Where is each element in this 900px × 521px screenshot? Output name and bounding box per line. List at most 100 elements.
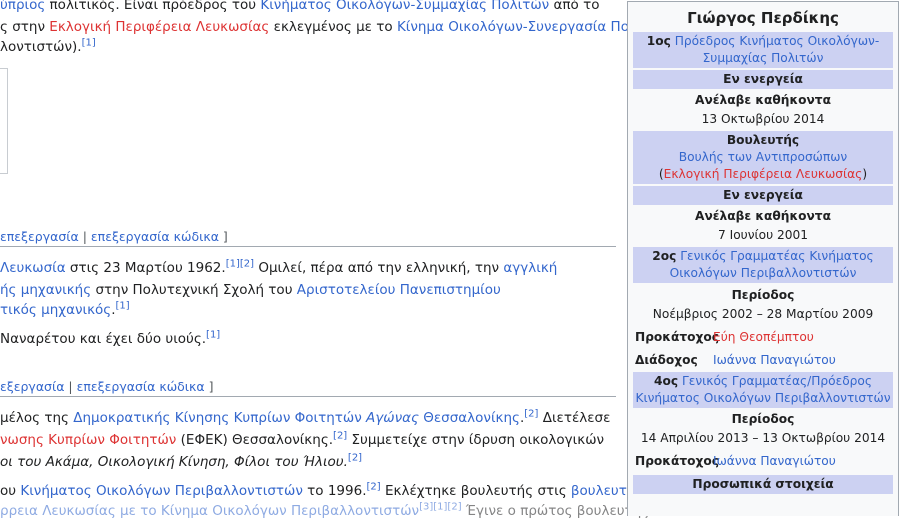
office-link[interactable]: Γενικός Γραμματέας Κινήματος Οικολόγων Π…: [670, 249, 874, 280]
article-line: μέλος της Δημοκρατικής Κίνησης Κυπρίων Φ…: [0, 408, 610, 428]
successor-link[interactable]: Ιωάννα Παναγιώτου: [713, 352, 836, 369]
predecessor-link[interactable]: Εύη Θεοπέμπτου: [713, 329, 814, 346]
personal-header: Προσωπικά στοιχεία: [633, 475, 893, 494]
office-header: 2ος Γενικός Γραμματέας Κινήματος Οικολόγ…: [633, 247, 893, 283]
text: Διετέλεσε: [538, 410, 611, 426]
section-edit-links: επεξεργασία | επεξεργασία κώδικα ]: [0, 227, 228, 247]
text: Εκλέχτηκε βουλευτής στις: [380, 483, 571, 499]
text: ς στην: [0, 19, 50, 35]
office-header: Βουλευτής Βουλής των Αντιπροσώπων (Εκλογ…: [633, 131, 893, 184]
status-label: Εν ενεργεία: [633, 70, 893, 89]
ref-link[interactable]: [3][1][2]: [419, 502, 462, 513]
text: εκλεγμένος με το: [269, 19, 397, 35]
section-edit-links: εξεργασία | επεξεργασία κώδικα ]: [0, 377, 214, 397]
field-label: Περίοδος: [731, 412, 795, 426]
link-dkkf[interactable]: Δημοκρατικής Κίνησης Κυπρίων Φοιτητών: [73, 410, 362, 426]
row-label: Προκάτοχος: [635, 454, 719, 468]
edit-link[interactable]: εξεργασία: [0, 379, 64, 394]
article-line: νωσης Κυπρίων Φοιτητών (ΕΦΕΚ) Θεσσαλονίκ…: [0, 430, 604, 450]
status-label: Εν ενεργεία: [633, 186, 893, 205]
link-efek[interactable]: νωσης Κυπρίων Φοιτητών: [0, 432, 176, 448]
parliament-link[interactable]: Βουλής των Αντιπροσώπων: [679, 150, 847, 164]
link-engineering[interactable]: ής μηχανικής: [0, 282, 91, 298]
text: στις 23 Μαρτίου 1962.: [65, 260, 226, 276]
office-title: Βουλευτής: [726, 133, 800, 147]
link-thessaloniki[interactable]: Θεσσαλονίκης: [419, 410, 520, 426]
article-line: ύπριος πολιτικός. Είναι πρόεδρος του Κιν…: [0, 0, 599, 15]
text: (ΕΦΕΚ) Θεσσαλονίκης.: [176, 432, 334, 448]
text: Έγινε ο πρώτος βουλευτής: [461, 503, 650, 519]
text: από το: [549, 0, 600, 13]
article-line: ρρεια Λευκωσίας με το Κίνημα Οικολόγων Π…: [0, 501, 649, 521]
link-movement[interactable]: Κινήματος Οικολόγων-Συμμαχίας Πολιτών: [260, 0, 549, 13]
edit-source-link[interactable]: επεξεργασία κώδικα: [77, 379, 205, 394]
separator: |: [64, 379, 77, 394]
ref-link[interactable]: [2]: [240, 259, 254, 270]
ref-link[interactable]: [2]: [333, 431, 347, 442]
text: πολιτικός. Είναι πρόεδρος του: [45, 0, 261, 13]
link-cutoff[interactable]: ρρεια Λευκωσίας με το Κίνημα Οικολόγων Π…: [0, 503, 419, 519]
predecessor-link[interactable]: Ιωάννα Παναγιώτου: [713, 453, 836, 470]
image-box: [0, 68, 8, 174]
ref-link[interactable]: [1]: [226, 259, 240, 270]
edit-link[interactable]: επεξεργασία: [0, 229, 79, 244]
field-value: 14 Απριλίου 2013 – 13 Οκτωβρίου 2014: [640, 431, 886, 445]
link-constituency[interactable]: Εκλογική Περιφέρεια Λευκωσίας: [49, 19, 269, 35]
field-value: 7 Ιουνίου 2001: [717, 228, 809, 242]
text: λοντιστών).: [0, 39, 82, 55]
section-divider: [0, 246, 616, 247]
link-kop[interactable]: Κινήματος Οικολόγων Περιβαλλοντιστών: [20, 483, 303, 499]
field-label: Ανέλαβε καθήκοντα: [695, 209, 831, 223]
text: ου: [0, 483, 21, 499]
field-value: 13 Οκτωβρίου 2014: [701, 112, 825, 126]
article-line: τικός μηχανικός.[1]: [0, 300, 130, 320]
office-link[interactable]: Πρόεδρος Κινήματος Οικολόγων-Συμμαχίας Π…: [675, 34, 880, 65]
office-header: 1ος Πρόεδρος Κινήματος Οικολόγων-Συμμαχί…: [633, 32, 893, 68]
bracket: ]: [204, 379, 214, 394]
text: Συμμετείχε στην ίδρυση οικολογικών: [347, 432, 605, 448]
article-line: Λευκωσία στις 23 Μαρτίου 1962.[1][2] Ομι…: [0, 258, 557, 278]
infobox-title: Γιώργος Περδίκης: [687, 9, 839, 27]
ref-link[interactable]: [1]: [116, 301, 130, 312]
article-line: Ναναρέτου και έχει δύο υιούς.[1]: [0, 329, 220, 349]
office-ordinal: 4ος: [654, 374, 679, 388]
ref-link[interactable]: [2]: [524, 409, 538, 420]
link-nicosia[interactable]: Λευκωσία: [0, 260, 66, 276]
ref-link[interactable]: [1]: [206, 330, 220, 341]
link-cypriot[interactable]: ύπριος: [0, 0, 45, 13]
predecessor-row: Προκάτοχος Εύη Θεοπέμπτου: [633, 328, 893, 347]
article-line: λοντιστών).[1]: [0, 37, 96, 57]
row-label: Διάδοχος: [635, 353, 698, 367]
text: μέλος της: [0, 410, 74, 426]
link-engineer[interactable]: τικός μηχανικός: [0, 302, 111, 318]
infobox: Γιώργος Περδίκης 1ος Πρόεδρος Κινήματος …: [627, 1, 899, 516]
field-label: Ανέλαβε καθήκοντα: [695, 93, 831, 107]
office-ordinal: 2ος: [652, 249, 677, 263]
row-label: Προκάτοχος: [635, 330, 719, 344]
text: οι του Ακάμα, Οικολογική Κίνηση, Φίλοι τ…: [0, 454, 348, 470]
article-line: οι του Ακάμα, Οικολογική Κίνηση, Φίλοι τ…: [0, 452, 362, 472]
article-line: ου Κινήματος Οικολόγων Περιβαλλοντιστών …: [0, 481, 655, 501]
link-agonas[interactable]: Αγώνας: [362, 410, 419, 426]
ref-link[interactable]: [2]: [348, 453, 362, 464]
separator: |: [78, 229, 91, 244]
text: Ομιλεί, πέρα από την ελληνική, την: [254, 260, 504, 276]
ref-link[interactable]: [2]: [367, 482, 381, 493]
paren: ): [862, 167, 868, 181]
edit-source-link[interactable]: επεξεργασία κώδικα: [91, 229, 219, 244]
link-english[interactable]: αγγλική: [503, 260, 557, 276]
section-divider: [0, 396, 616, 397]
field-value: Νοέμβριος 2002 – 28 Μαρτίου 2009: [652, 307, 874, 321]
field-label: Περίοδος: [731, 288, 795, 302]
constituency-link[interactable]: Εκλογική Περιφέρεια Λευκωσίας: [664, 167, 863, 181]
text: Ναναρέτου και έχει δύο υιούς.: [0, 331, 207, 347]
link-auth[interactable]: Αριστοτελείου Πανεπιστημίου: [297, 282, 501, 298]
article-line: ς στην Εκλογική Περιφέρεια Λευκωσίας εκλ…: [0, 17, 669, 37]
office-header: 4ος Γενικός Γραμματέας/Πρόεδρος Κινήματο…: [633, 372, 893, 408]
ref-link[interactable]: [1]: [82, 38, 96, 49]
office-ordinal: 1ος: [646, 34, 671, 48]
article-line: ής μηχανικής στην Πολυτεχνική Σχολή του …: [0, 280, 501, 300]
text: το 1996.: [302, 483, 367, 499]
bracket: ]: [218, 229, 228, 244]
text: στην Πολυτεχνική Σχολή του: [91, 282, 297, 298]
